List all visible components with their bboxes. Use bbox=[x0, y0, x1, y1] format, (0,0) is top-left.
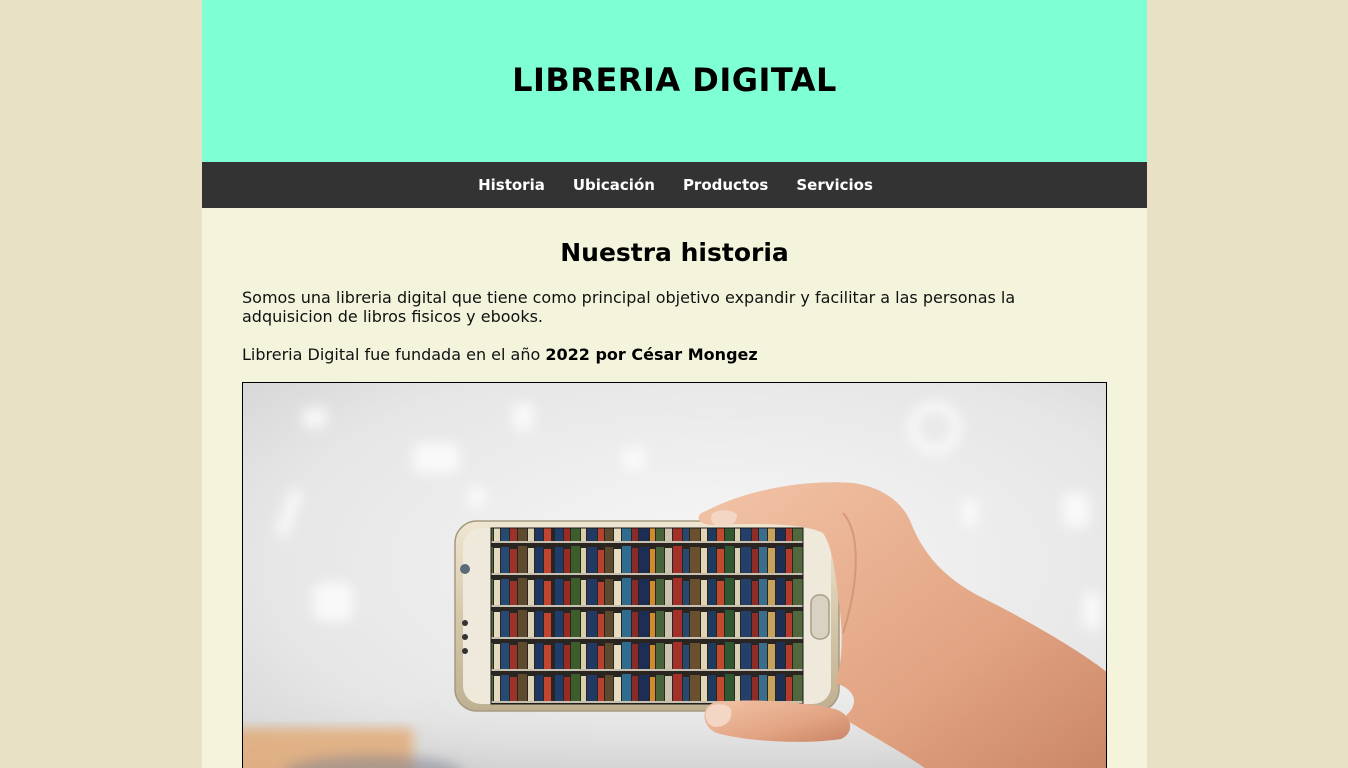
phone-bookshelf-illustration bbox=[243, 383, 1106, 768]
hero-image bbox=[242, 382, 1107, 768]
nav-item-servicios[interactable]: Servicios bbox=[796, 176, 873, 194]
founded-highlight: 2022 por César Mongez bbox=[545, 345, 758, 364]
site-header: LIBRERIA DIGITAL bbox=[202, 0, 1147, 162]
screen-bookshelf bbox=[491, 528, 803, 704]
founded-text: Libreria Digital fue fundada en el año bbox=[242, 345, 546, 364]
nav-item-historia[interactable]: Historia bbox=[478, 176, 545, 194]
main-nav: Historia Ubicación Productos Servicios bbox=[202, 162, 1147, 208]
nav-item-productos[interactable]: Productos bbox=[683, 176, 768, 194]
intro-paragraph: Somos una libreria digital que tiene com… bbox=[242, 288, 1016, 326]
site-title: LIBRERIA DIGITAL bbox=[512, 61, 837, 99]
page-container: LIBRERIA DIGITAL Historia Ubicación Prod… bbox=[202, 0, 1147, 768]
nav-item-ubicacion[interactable]: Ubicación bbox=[573, 176, 655, 194]
section-heading: Nuestra historia bbox=[560, 238, 789, 267]
main-content: Nuestra historia Somos una libreria digi… bbox=[202, 208, 1147, 768]
founded-paragraph: Libreria Digital fue fundada en el año 2… bbox=[242, 345, 1107, 364]
